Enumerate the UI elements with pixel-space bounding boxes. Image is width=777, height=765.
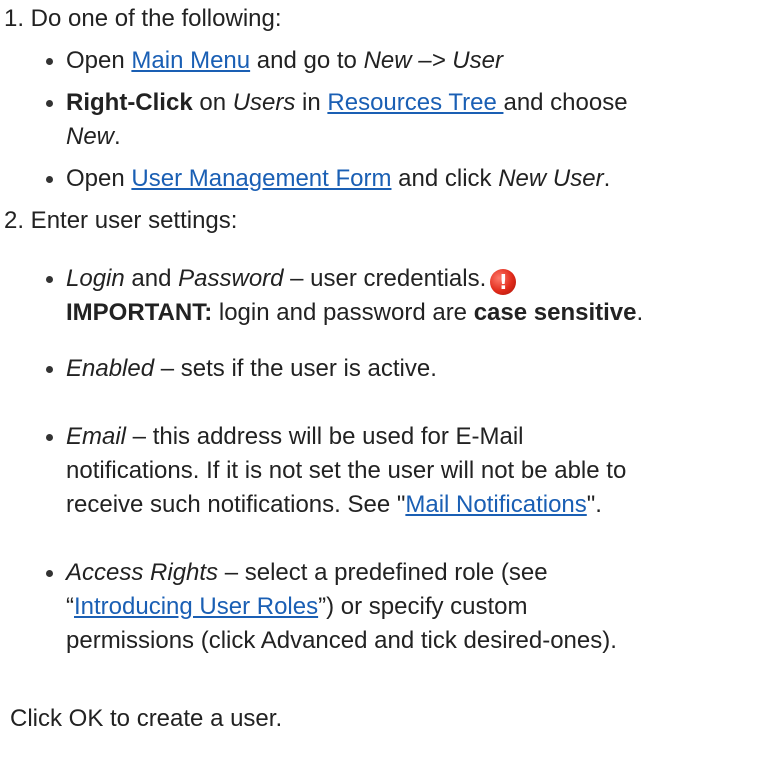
login-term: Login: [66, 265, 125, 292]
email-term: Email: [66, 423, 127, 450]
bullet-text: notifications. If it is not set the user…: [66, 457, 627, 484]
list-item: Access Rights – select a predefined role…: [46, 556, 617, 658]
bullet-text: login and password are: [212, 299, 474, 326]
main-menu-link[interactable]: Main Menu: [131, 47, 250, 74]
users-term: Users: [232, 89, 296, 116]
user-management-form-link[interactable]: User Management Form: [131, 165, 391, 192]
new-term: New: [66, 123, 115, 150]
bullet-text: and go to: [250, 47, 364, 74]
case-sensitive-label: case sensitive: [473, 299, 637, 326]
bullet-text: – select a predefined role (see: [218, 559, 548, 586]
resources-tree-link[interactable]: Resources Tree: [327, 89, 503, 116]
bullet-dot: [46, 100, 53, 107]
bullet-text: – sets if the user is active.: [154, 355, 437, 382]
bullet-text: receive such notifications. See ": [66, 491, 406, 518]
bullet-text: – this address will be used for E-Mail: [126, 423, 524, 450]
bullet-dot: [46, 434, 53, 441]
list-item: Login and Password – user credentials.! …: [46, 262, 644, 330]
menu-path: New –> User: [363, 47, 503, 74]
bullet-dot: [46, 366, 53, 373]
enabled-term: Enabled: [66, 355, 155, 382]
step-1-label: 1. Do one of the following:: [4, 5, 282, 32]
list-item: Email – this address will be used for E-…: [46, 420, 627, 522]
mail-notifications-link[interactable]: Mail Notifications: [405, 491, 586, 518]
bullet-text: .: [603, 165, 611, 192]
bullet-text: “: [66, 593, 74, 620]
right-click-label: Right-Click: [66, 89, 193, 116]
list-item: Right-Click on Users in Resources Tree a…: [46, 86, 628, 154]
bullet-text: and click: [391, 165, 499, 192]
alert-icon: !: [490, 269, 517, 295]
bullet-text: .: [636, 299, 644, 326]
bullet-text: permissions (click Advanced and tick des…: [66, 627, 617, 654]
bullet-text: – user credentials.: [283, 265, 487, 292]
new-user-term: New User: [498, 165, 604, 192]
bullet-text: in: [295, 89, 328, 116]
bullet-text: Open: [66, 47, 132, 74]
bullet-text: ".: [586, 491, 602, 518]
bullet-dot: [46, 176, 53, 183]
bullet-text: on: [192, 89, 233, 116]
footer-instruction: Click OK to create a user.: [10, 705, 283, 732]
bullet-dot: [46, 570, 53, 577]
bullet-text: and: [124, 265, 179, 292]
access-rights-term: Access Rights: [66, 559, 219, 586]
list-item: Open Main Menu and go to New –> User: [46, 44, 503, 78]
bullet-text: .: [114, 123, 121, 150]
password-term: Password: [178, 265, 284, 292]
step-2-label: 2. Enter user settings:: [4, 207, 238, 234]
bullet-dot: [46, 276, 53, 283]
bullet-text: Open: [66, 165, 132, 192]
bullet-text: and choose: [503, 89, 628, 116]
important-label: IMPORTANT:: [66, 299, 213, 326]
bullet-text: ”) or specify custom: [318, 593, 528, 620]
list-item: Open User Management Form and click New …: [46, 162, 611, 196]
list-item: Enabled – sets if the user is active.: [46, 352, 437, 386]
introducing-user-roles-link[interactable]: Introducing User Roles: [74, 593, 318, 620]
bullet-dot: [46, 58, 53, 65]
